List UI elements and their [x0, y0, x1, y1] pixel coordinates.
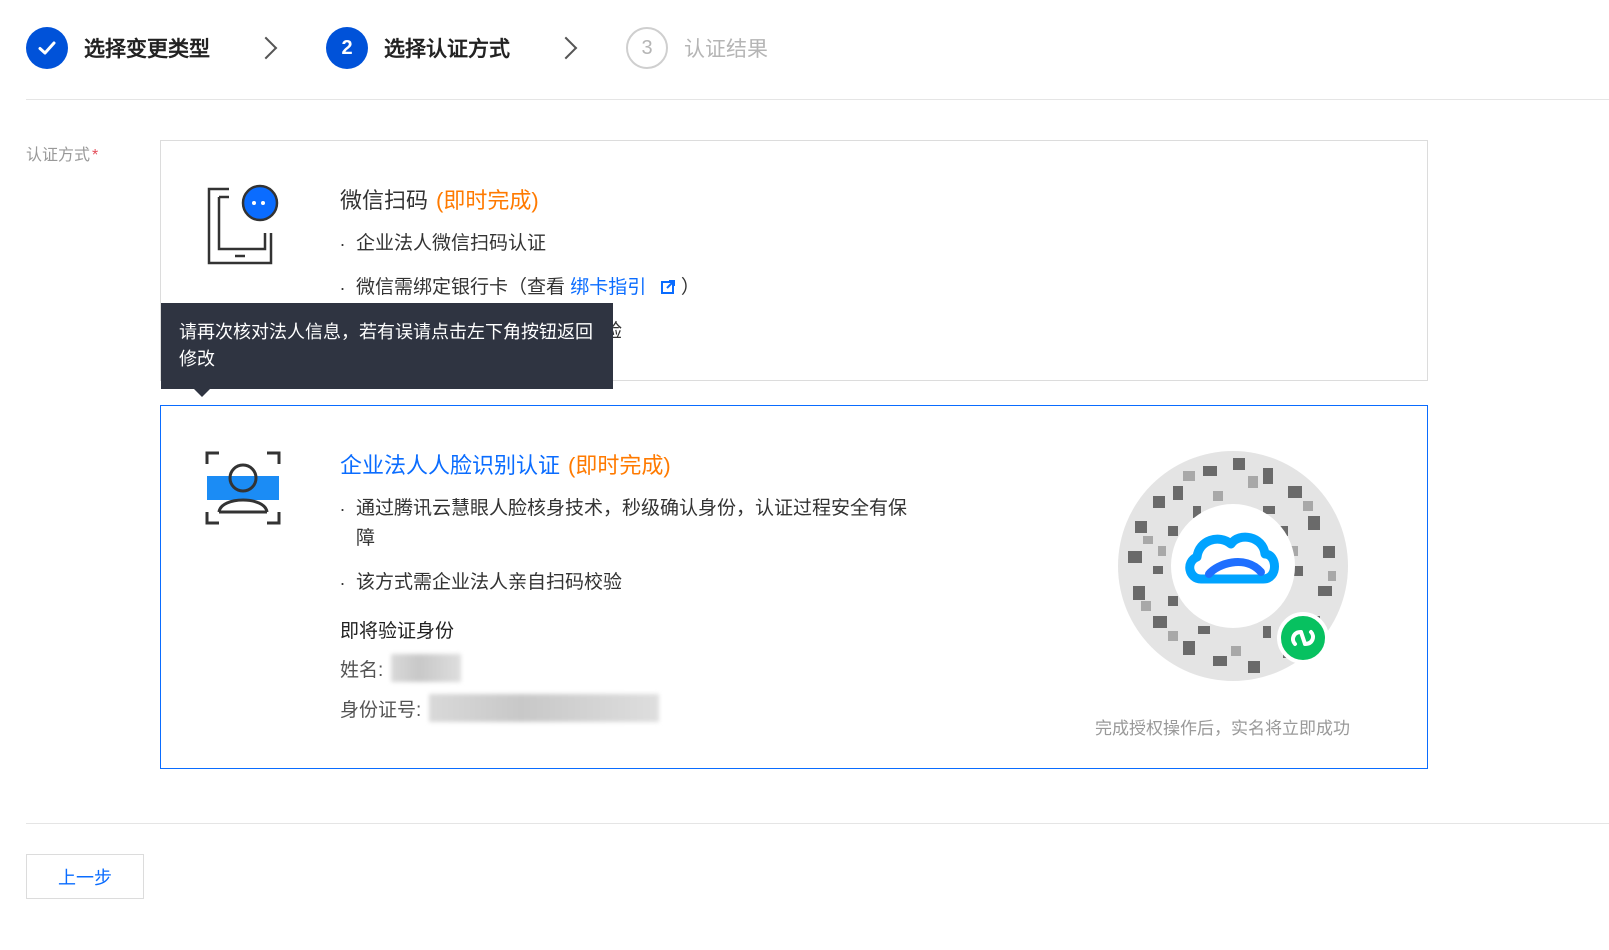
mini-program-qr-code	[1113, 446, 1353, 691]
bind-card-guide-link[interactable]: 绑卡指引	[570, 277, 681, 298]
bullet-item: 该方式需企业法人亲自扫码校验	[340, 564, 910, 598]
bullet-item: 企业法人微信扫码认证	[340, 225, 700, 259]
external-link-icon	[660, 280, 675, 294]
bullet-suffix: ）	[680, 277, 700, 298]
face-scan-icon	[205, 450, 281, 531]
previous-step-button[interactable]: 上一步	[26, 854, 144, 899]
step-3: 3 认证结果	[626, 27, 768, 69]
step-label: 选择认证方式	[384, 38, 510, 61]
step-label: 选择变更类型	[84, 38, 210, 61]
chevron-right-icon	[554, 36, 578, 60]
instant-tag: (即时完成)	[436, 188, 539, 213]
tooltip: 请再次核对法人信息，若有误请点击左下角按钮返回修改	[161, 303, 613, 389]
step-2: 2 选择认证方式	[326, 27, 510, 69]
name-row: 姓名:	[340, 653, 910, 683]
name-label: 姓名:	[340, 659, 384, 681]
bullet-item: 通过腾讯云慧眼人脸核身技术，秒级确认身份，认证过程安全有保障	[340, 490, 910, 554]
step-number: 2	[326, 27, 368, 69]
option-title-text: 微信扫码	[340, 188, 429, 213]
option-title: 企业法人人脸识别认证 (即时完成)	[340, 448, 910, 480]
bullet-text: 微信需绑定银行卡（查看	[356, 277, 566, 298]
field-label-text: 认证方式	[26, 147, 91, 164]
option-title: 微信扫码 (即时完成)	[340, 183, 700, 215]
option-face-body: 企业法人人脸识别认证 (即时完成) 通过腾讯云慧眼人脸核身技术，秒级确认身份，认证…	[340, 448, 910, 723]
redacted-id-number	[429, 694, 660, 722]
redacted-name	[391, 654, 462, 682]
divider	[26, 99, 1609, 100]
step-1: 选择变更类型	[26, 27, 210, 69]
check-icon	[26, 27, 68, 69]
step-label: 认证结果	[684, 38, 768, 61]
id-row: 身份证号:	[340, 693, 910, 723]
bullet-item: 微信需绑定银行卡（查看 绑卡指引 ）	[340, 269, 700, 303]
step-number: 3	[626, 27, 668, 69]
required-mark: *	[92, 147, 99, 164]
instant-tag: (即时完成)	[568, 453, 671, 478]
tooltip-arrow	[194, 389, 210, 397]
tablet-chat-icon	[205, 183, 281, 272]
link-text: 绑卡指引	[570, 277, 647, 298]
qr-caption: 完成授权操作后，实名将立即成功	[1095, 719, 1350, 738]
stepper: 选择变更类型 2 选择认证方式 3 认证结果	[26, 26, 768, 70]
verify-identity-title: 即将验证身份	[340, 621, 455, 642]
footer-divider	[26, 823, 1609, 824]
option-title-text: 企业法人人脸识别认证	[340, 453, 561, 478]
field-label: 认证方式 *	[26, 141, 98, 165]
id-label: 身份证号:	[340, 699, 422, 721]
page: 选择变更类型 2 选择认证方式 3 认证结果 认证方式 * 微信扫码 (即时完成…	[0, 0, 1609, 950]
chevron-right-icon	[254, 36, 278, 60]
